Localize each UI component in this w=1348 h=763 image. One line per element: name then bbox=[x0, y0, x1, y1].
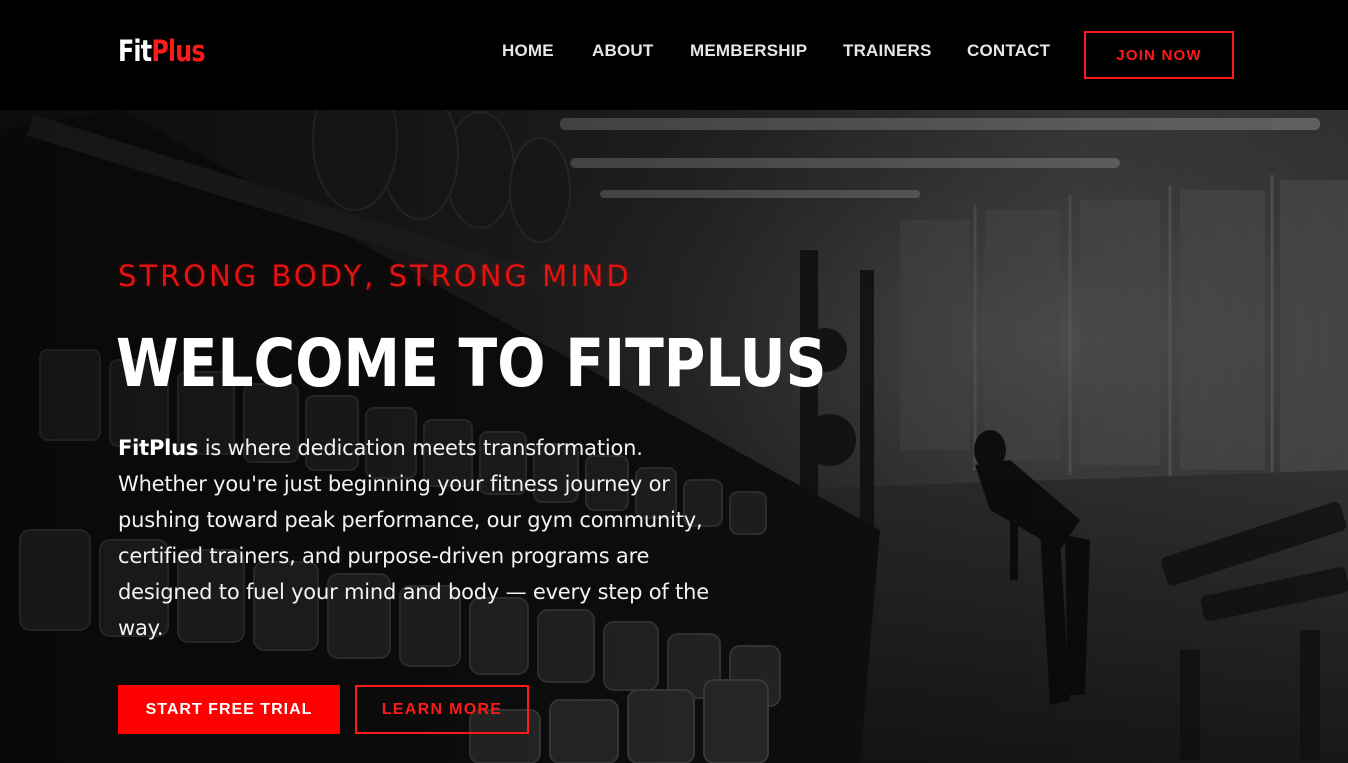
nav-link-home[interactable]: HOME bbox=[502, 41, 554, 61]
hero-description: FitPlus is where dedication meets transf… bbox=[118, 430, 728, 646]
hero-description-text: is where dedication meets transformation… bbox=[118, 436, 709, 640]
join-now-button[interactable]: JOIN NOW bbox=[1084, 31, 1234, 79]
nav-link-membership[interactable]: MEMBERSHIP bbox=[690, 41, 807, 61]
nav-link-contact[interactable]: CONTACT bbox=[967, 41, 1050, 61]
nav-link-about[interactable]: ABOUT bbox=[592, 41, 653, 61]
learn-more-button[interactable]: LEARN MORE bbox=[355, 685, 529, 734]
navbar: FitPlus HOME ABOUT MEMBERSHIP TRAINERS C… bbox=[0, 0, 1348, 110]
hero-tagline: STRONG BODY, STRONG MIND bbox=[118, 259, 632, 293]
hero-description-brand: FitPlus bbox=[118, 436, 199, 460]
hero-headline: WELCOME TO FITPLUS bbox=[116, 325, 827, 402]
start-free-trial-button[interactable]: START FREE TRIAL bbox=[118, 685, 340, 734]
nav-link-trainers[interactable]: TRAINERS bbox=[843, 41, 932, 61]
